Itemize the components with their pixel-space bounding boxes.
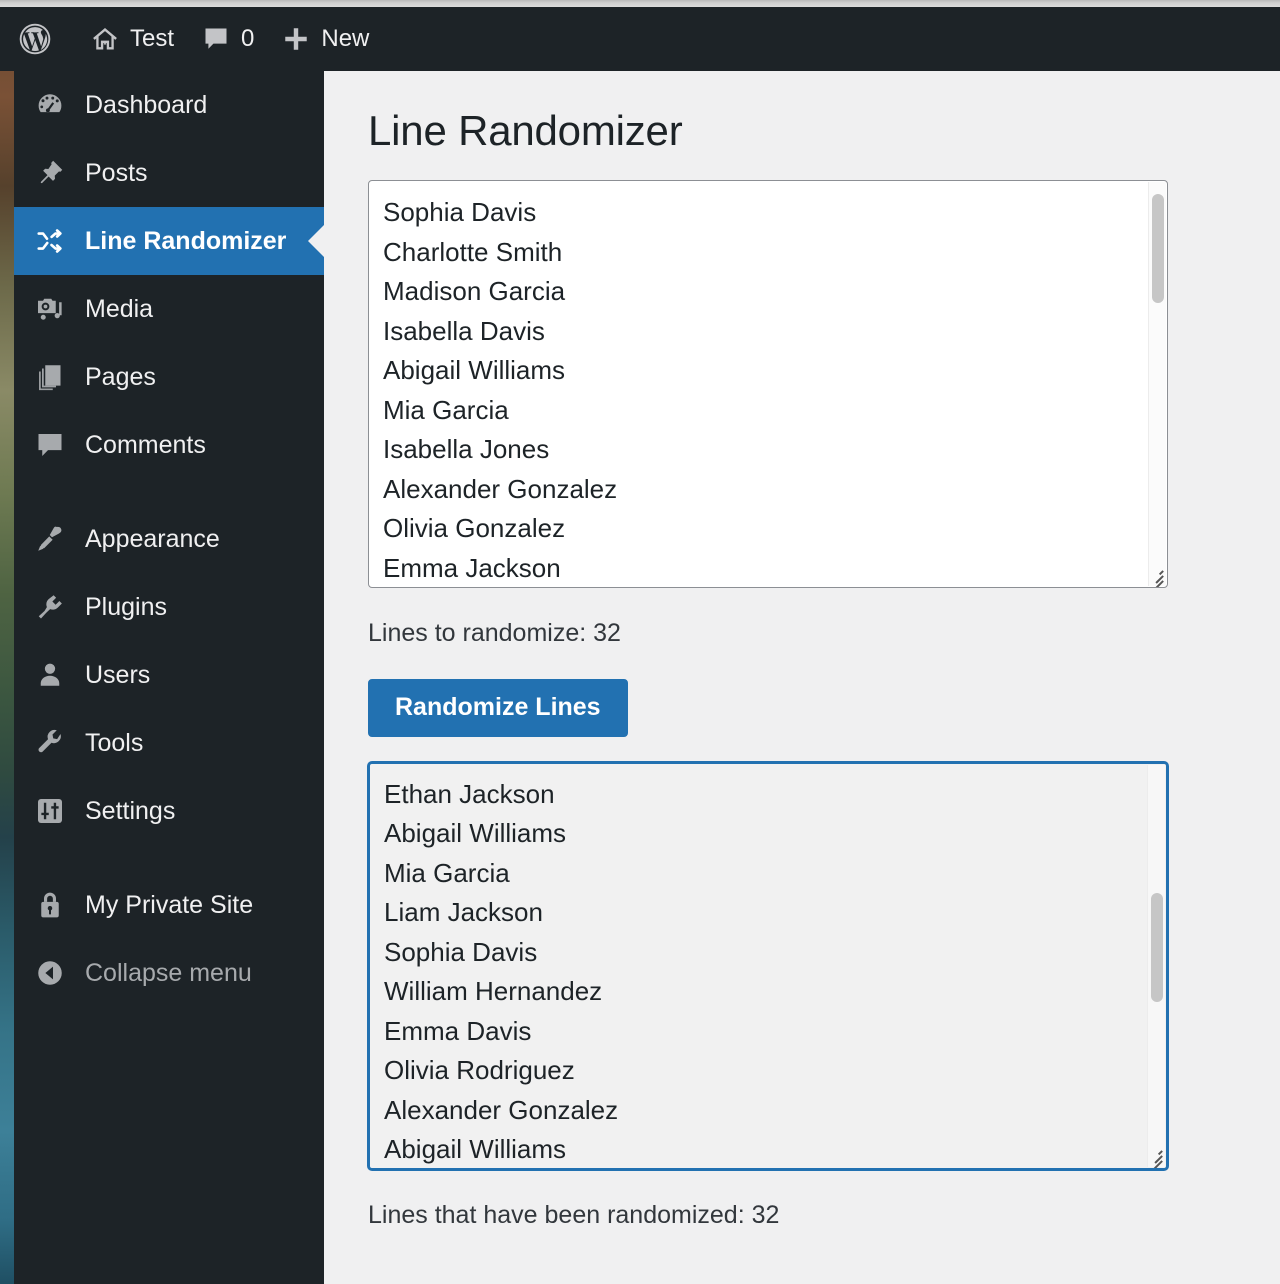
input-scrollbar-thumb[interactable] [1152, 194, 1164, 304]
adminbar-site-label: Test [130, 25, 175, 52]
pushpin-icon [26, 158, 74, 188]
plus-icon [282, 25, 310, 53]
sidebar-item-label: Line Randomizer [85, 226, 287, 255]
comment-bubble-icon [202, 25, 230, 53]
sidebar-item-label: Pages [85, 362, 156, 391]
sidebar-item-dashboard[interactable]: Dashboard [14, 71, 324, 139]
output-scrollbar-thumb[interactable] [1151, 893, 1163, 1002]
dashboard-gauge-icon [26, 90, 74, 120]
input-lines-textarea[interactable]: Sophia Davis Charlotte Smith Madison Gar… [368, 180, 1168, 588]
input-line-count: Lines to randomize: 32 [368, 619, 621, 647]
sidebar-item-plugins[interactable]: Plugins [14, 573, 324, 641]
main-content: Line Randomizer Sophia Davis Charlotte S… [324, 71, 1280, 1284]
sidebar-item-label: Tools [85, 728, 144, 757]
plug-icon [26, 592, 74, 622]
sidebar-item-label: Dashboard [85, 90, 208, 119]
collapse-menu-button[interactable]: Collapse menu [14, 939, 324, 1007]
sidebar-item-comments[interactable]: Comments [14, 411, 324, 479]
adminbar-new-label: New [321, 25, 370, 52]
output-textarea-wrapper: Ethan Jackson Abigail Williams Mia Garci… [368, 761, 1280, 1170]
sidebar-item-label: Media [85, 294, 154, 323]
comment-bubble-icon [26, 430, 74, 460]
adminbar-site-name[interactable]: Test [77, 7, 188, 71]
sidebar-item-line-randomizer[interactable]: Line Randomizer [14, 207, 325, 275]
sidebar-item-label: Users [85, 660, 151, 689]
input-textarea-wrapper: Sophia Davis Charlotte Smith Madison Gar… [368, 180, 1280, 588]
sidebar-item-users[interactable]: Users [14, 641, 324, 709]
input-lines-content: Sophia Davis Charlotte Smith Madison Gar… [383, 197, 618, 583]
sidebar-separator [14, 845, 324, 871]
sidebar-item-pages[interactable]: Pages [14, 343, 324, 411]
collapse-menu-label: Collapse menu [85, 958, 252, 987]
page-title: Line Randomizer [368, 107, 683, 154]
adminbar-new-content[interactable]: New [268, 7, 383, 71]
wrench-icon [26, 728, 74, 758]
sidebar-item-settings[interactable]: Settings [14, 777, 324, 845]
paintbrush-icon [26, 524, 74, 554]
user-icon [26, 660, 74, 690]
output-textarea-scrollbar[interactable] [1147, 764, 1165, 1167]
sidebar-item-label: Appearance [85, 524, 220, 553]
sidebar-item-label: My Private Site [85, 890, 254, 919]
sidebar-item-posts[interactable]: Posts [14, 139, 324, 207]
admin-bar: Test 0 New [0, 7, 1280, 71]
sidebar-item-label: Comments [85, 430, 206, 459]
sidebar-item-media[interactable]: Media [14, 275, 324, 343]
site-background-photo-strip [0, 7, 14, 1284]
adminbar-comments-count: 0 [241, 25, 255, 52]
sidebar-item-label: Settings [85, 796, 176, 825]
sidebar-item-appearance[interactable]: Appearance [14, 505, 324, 573]
sliders-icon [26, 796, 74, 826]
output-lines-textarea[interactable]: Ethan Jackson Abigail Williams Mia Garci… [368, 761, 1168, 1170]
media-camera-music-icon [26, 294, 74, 324]
wordpress-icon [18, 22, 52, 56]
browser-chrome-edge [0, 0, 1280, 7]
adminbar-comments[interactable]: 0 [188, 7, 268, 71]
home-icon [91, 25, 119, 53]
pages-icon [26, 362, 74, 392]
shuffle-icon [26, 226, 74, 256]
sidebar-item-tools[interactable]: Tools [14, 709, 324, 777]
admin-sidebar-menu: Dashboard Posts Line Randomizer Media Pa… [14, 71, 325, 1284]
sidebar-item-label: Posts [85, 158, 148, 187]
sidebar-item-label: Plugins [85, 592, 167, 621]
adminbar-wordpress-logo[interactable] [0, 7, 77, 71]
input-textarea-scrollbar[interactable] [1148, 182, 1166, 586]
collapse-arrow-left-icon [26, 958, 74, 988]
output-line-count: Lines that have been randomized: 32 [368, 1200, 780, 1229]
sidebar-item-my-private-site[interactable]: My Private Site [14, 871, 324, 939]
randomize-lines-button[interactable]: Randomize Lines [368, 679, 628, 737]
lock-icon [26, 890, 74, 920]
output-lines-content: Ethan Jackson Abigail Williams Mia Garci… [384, 778, 619, 1165]
sidebar-separator [14, 479, 324, 505]
